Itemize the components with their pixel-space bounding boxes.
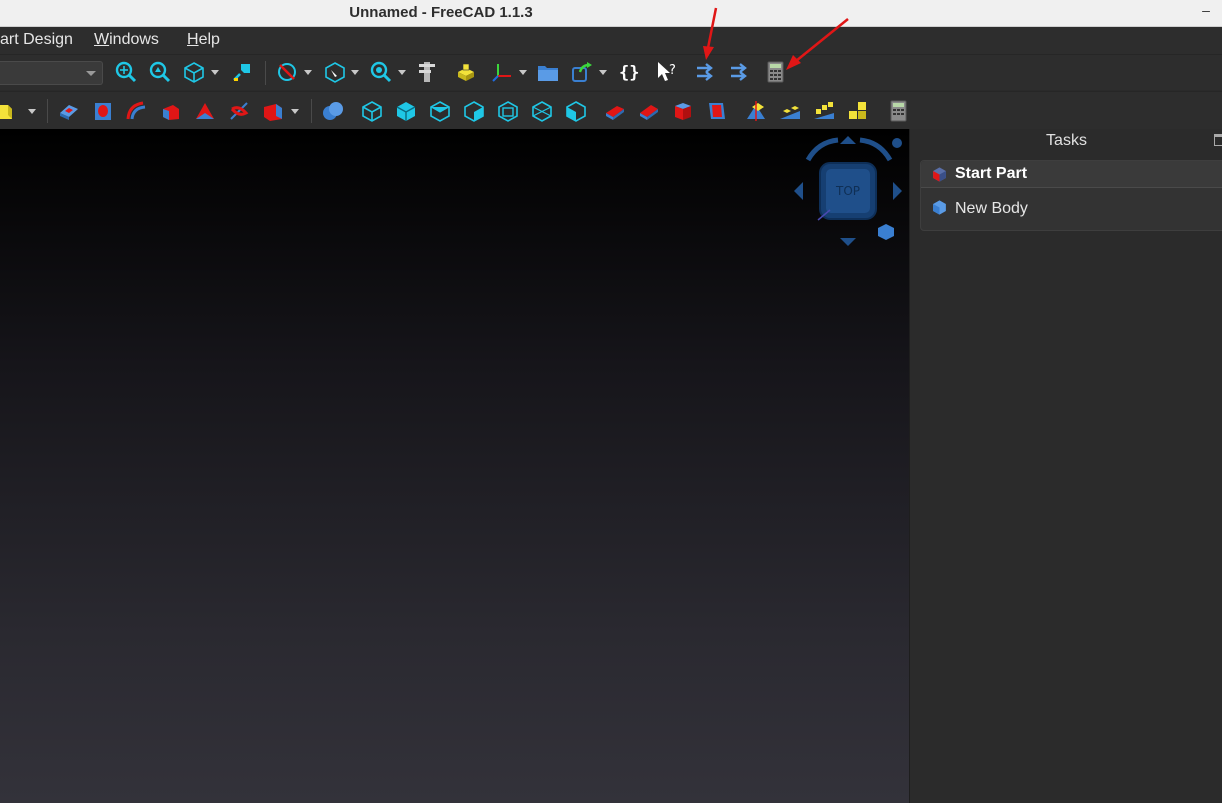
- boolean-icon[interactable]: [321, 99, 345, 123]
- part-design-body-icon[interactable]: [0, 99, 16, 123]
- caliper-icon[interactable]: [416, 60, 440, 84]
- datum-plane-icon[interactable]: [360, 99, 384, 123]
- menu-part-design[interactable]: art Design: [0, 31, 73, 49]
- polar-pattern-icon[interactable]: [812, 99, 836, 123]
- task-header-label: Start Part: [955, 165, 1028, 182]
- link-icon[interactable]: [570, 60, 594, 84]
- view-box-icon[interactable]: [323, 60, 347, 84]
- macro-icon[interactable]: {}: [617, 60, 641, 84]
- revolution-icon[interactable]: [125, 99, 149, 123]
- rotate-left-icon[interactable]: [805, 137, 839, 162]
- minimize-button[interactable]: –: [1200, 3, 1212, 17]
- chevron-down-icon[interactable]: [398, 70, 406, 75]
- group-icon[interactable]: [536, 60, 560, 84]
- subtractive-icon[interactable]: [261, 99, 285, 123]
- part-icon[interactable]: [454, 60, 478, 84]
- expressions-icon[interactable]: [694, 60, 718, 84]
- 3d-viewport[interactable]: [0, 129, 909, 803]
- arrow-right-icon[interactable]: [893, 182, 902, 200]
- mirror-icon[interactable]: [744, 99, 768, 123]
- workbench-selector[interactable]: [0, 61, 103, 85]
- window-title: Unnamed - FreeCAD 1.1.3: [349, 4, 533, 21]
- menu-part-design-label: art Design: [0, 31, 73, 48]
- chevron-down-icon[interactable]: [599, 70, 607, 75]
- menu-help[interactable]: Help: [187, 31, 220, 49]
- isometric-view-icon[interactable]: [182, 60, 206, 84]
- thickness-icon[interactable]: [705, 99, 729, 123]
- chevron-down-icon[interactable]: [519, 70, 527, 75]
- sketch-icon[interactable]: [564, 99, 588, 123]
- toolbar-separator: [265, 61, 266, 85]
- mini-cube-icon[interactable]: [878, 224, 894, 240]
- part-design-toolbar: [0, 91, 1222, 129]
- pocket-icon[interactable]: [91, 99, 115, 123]
- chevron-down-icon: [86, 71, 96, 76]
- undock-icon[interactable]: [1214, 134, 1222, 146]
- toolbar-separator: [47, 99, 48, 123]
- multi-transform-icon[interactable]: [846, 99, 870, 123]
- chevron-down-icon[interactable]: [351, 70, 359, 75]
- draw-style-icon[interactable]: [275, 60, 299, 84]
- panel-title: Tasks: [1046, 132, 1087, 149]
- calculator-icon[interactable]: [763, 60, 787, 84]
- task-box: Start Part New Body: [920, 160, 1222, 231]
- arrow-left-icon[interactable]: [794, 182, 803, 200]
- whats-this-icon[interactable]: ?: [655, 60, 679, 84]
- menu-windows[interactable]: Windows: [94, 31, 159, 49]
- expressions-alt-icon[interactable]: [728, 60, 752, 84]
- chevron-down-icon[interactable]: [304, 70, 312, 75]
- view-toolbar: {} ?: [0, 54, 1222, 90]
- navigation-cube[interactable]: TOP: [790, 130, 910, 250]
- chamfer-icon[interactable]: [637, 99, 661, 123]
- sweep-icon[interactable]: [193, 99, 217, 123]
- toolbar-separator: [311, 99, 312, 123]
- draft-icon[interactable]: [671, 99, 695, 123]
- helix-icon[interactable]: [227, 99, 251, 123]
- chevron-down-icon[interactable]: [211, 70, 219, 75]
- linear-pattern-icon[interactable]: [778, 99, 802, 123]
- datum-line-icon[interactable]: [394, 99, 418, 123]
- cube-face-label: TOP: [835, 184, 860, 198]
- svg-text:{}: {}: [619, 63, 639, 83]
- fit-selection-icon[interactable]: [148, 60, 172, 84]
- task-header-start-part[interactable]: Start Part: [921, 161, 1222, 188]
- arrow-down-icon[interactable]: [840, 238, 856, 246]
- loft-icon[interactable]: [159, 99, 183, 123]
- menu-windows-label: indows: [109, 31, 159, 48]
- view-menu-icon[interactable]: [892, 138, 902, 148]
- clone-icon[interactable]: [496, 99, 520, 123]
- pad-icon[interactable]: [57, 99, 81, 123]
- fillet-icon[interactable]: [603, 99, 627, 123]
- chevron-down-icon[interactable]: [291, 109, 299, 114]
- menu-bar: art Design Windows Help: [0, 27, 1222, 54]
- title-bar: Unnamed - FreeCAD 1.1.3 –: [0, 0, 1222, 27]
- shape-binder-icon[interactable]: [462, 99, 486, 123]
- part-design-icon: [933, 167, 946, 182]
- datum-point-icon[interactable]: [428, 99, 452, 123]
- menu-windows-mnemonic: W: [94, 31, 110, 48]
- spreadsheet-icon[interactable]: [886, 99, 910, 123]
- sub-shape-binder-icon[interactable]: [530, 99, 554, 123]
- menu-help-label: elp: [198, 31, 220, 48]
- zoom-icon[interactable]: [369, 60, 393, 84]
- new-body-icon: [933, 200, 946, 215]
- menu-help-mnemonic: H: [187, 31, 199, 48]
- task-item-label: New Body: [955, 200, 1028, 217]
- measure-icon[interactable]: [230, 60, 254, 84]
- tasks-panel: Tasks Start Part New Body: [909, 129, 1222, 803]
- chevron-down-icon[interactable]: [28, 109, 36, 114]
- rotate-right-icon[interactable]: [859, 137, 893, 162]
- axis-cross-icon[interactable]: [490, 60, 514, 84]
- svg-text:?: ?: [669, 63, 676, 78]
- arrow-up-icon[interactable]: [840, 136, 856, 144]
- fit-all-icon[interactable]: [114, 60, 138, 84]
